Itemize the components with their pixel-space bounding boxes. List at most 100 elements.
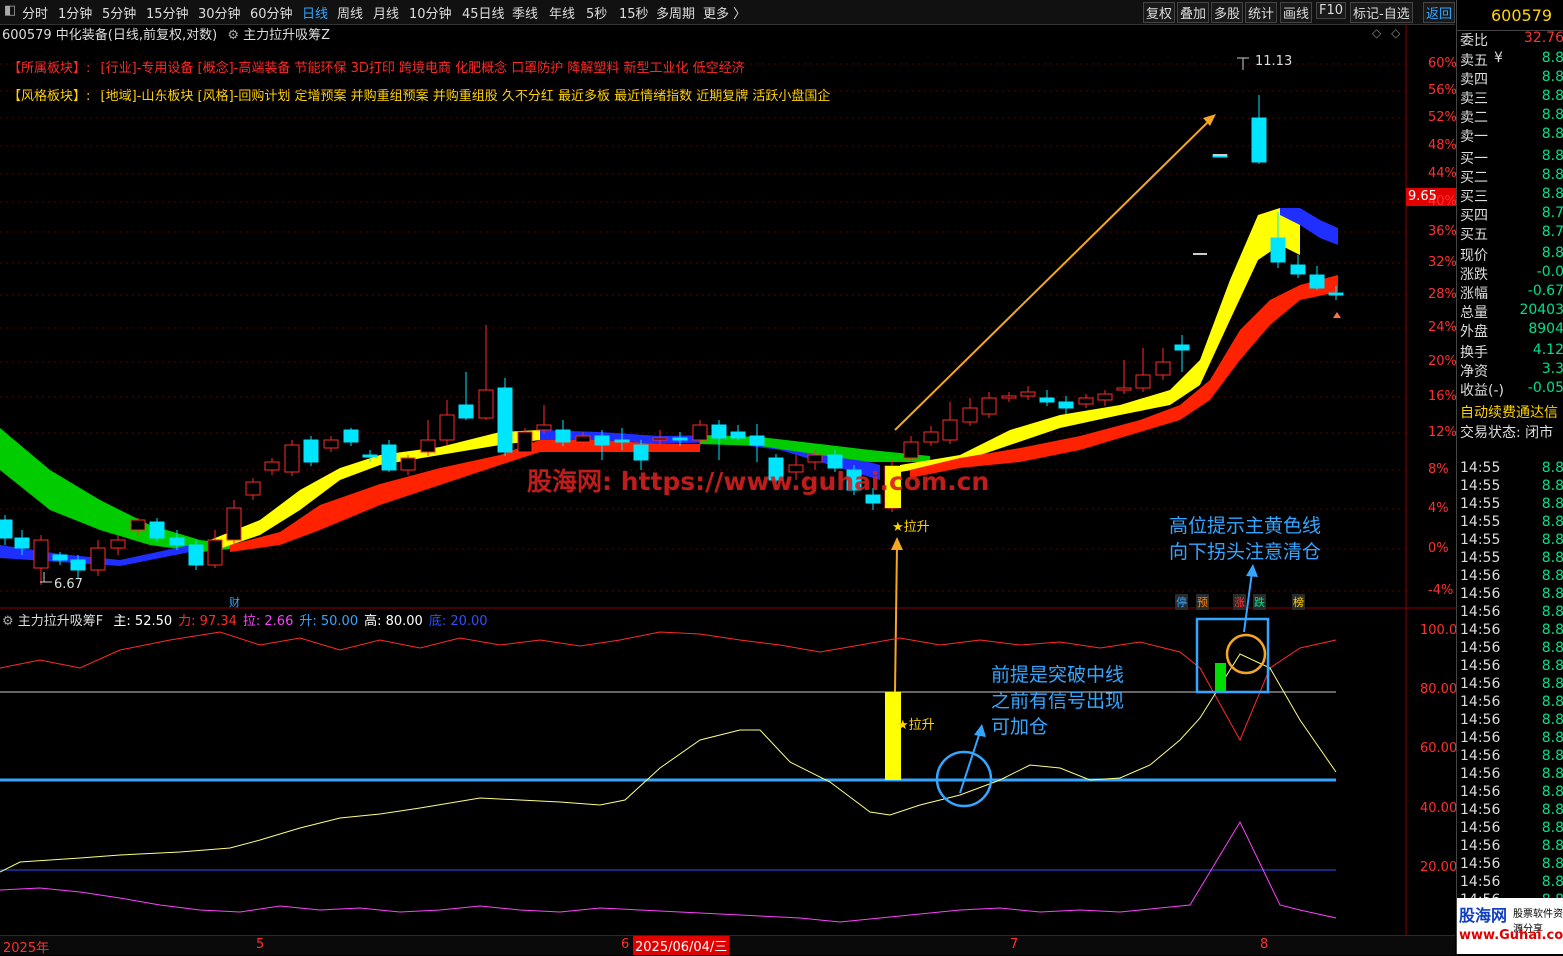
notice-text[interactable]: 自动续费通达信 [1460,402,1558,422]
period-tab[interactable]: 日线 [302,3,328,22]
candle-down[interactable] [303,439,319,463]
toolbar-button[interactable]: 标记-自选 [1350,2,1413,23]
candle-up[interactable] [1135,374,1151,389]
event-tag[interactable]: 涨 [1233,594,1246,610]
candle-down[interactable] [1251,117,1267,163]
candle-down[interactable] [70,559,86,571]
period-tab[interactable]: 5分钟 [102,3,136,22]
candle-up[interactable] [207,539,223,566]
candle-down[interactable] [633,444,649,461]
candle-down[interactable] [52,554,68,561]
period-tab[interactable]: 10分钟 [409,3,452,22]
candle-up[interactable] [807,454,823,463]
candle-down[interactable] [749,435,765,446]
event-tag[interactable]: 预 [1196,594,1209,610]
period-tab[interactable]: 15秒 [619,3,649,22]
candle-up[interactable] [400,457,416,471]
candle-down[interactable] [730,431,746,439]
candle-up[interactable] [981,397,997,415]
toolbar-button[interactable]: 多股 [1211,2,1244,23]
period-tab[interactable]: 月线 [373,3,399,22]
candle-up[interactable] [420,439,436,453]
candle-up[interactable] [1116,387,1132,391]
candle-down[interactable] [1328,292,1344,296]
candle-down[interactable] [362,454,378,458]
candle-down[interactable] [1039,397,1055,403]
period-tab[interactable]: 60分钟 [250,3,293,22]
tick-time: 14:56 [1460,604,1501,620]
candle-down[interactable] [1290,264,1306,275]
candle-up[interactable] [575,435,591,443]
indicator-name[interactable]: 主力拉升吸筹F [18,614,103,629]
candle-down[interactable] [188,544,204,566]
candle-up[interactable] [478,389,494,419]
period-tab[interactable]: 1分钟 [58,3,92,22]
candle-down[interactable] [672,437,688,441]
toolbar-button[interactable]: 叠加 [1177,2,1210,23]
period-tab[interactable]: 30分钟 [198,3,241,22]
toolbar-menu-icon[interactable]: ◧ [4,3,16,18]
candle-down[interactable] [711,424,727,439]
candle-up[interactable] [284,444,300,473]
candle-up[interactable] [323,439,339,449]
candle-up[interactable] [1020,391,1036,397]
candle-up[interactable] [1155,361,1171,376]
candle-up[interactable] [439,414,455,441]
candle-down[interactable] [1058,401,1074,409]
period-tab[interactable]: 周线 [337,3,363,22]
candle-down[interactable] [1309,274,1325,289]
candle-up[interactable] [923,431,939,443]
candle-up[interactable] [517,431,533,453]
gear-icon[interactable]: ⚙ [2,614,14,629]
event-tag[interactable]: 榜 [1292,594,1305,610]
candle-down[interactable] [14,537,30,549]
period-tab[interactable]: 5秒 [586,3,607,22]
toolbar-button[interactable]: 返回 [1423,2,1456,23]
candle-down[interactable] [1270,237,1286,263]
toolbar-button[interactable]: 复权 [1143,2,1176,23]
toolbar-button[interactable]: 画线 [1280,2,1313,23]
candle-up[interactable] [692,424,708,441]
candle-up[interactable] [652,437,668,441]
event-tag[interactable]: 跌 [1253,594,1266,610]
toolbar-button[interactable]: F10 [1316,2,1347,19]
candle-up[interactable] [226,507,242,541]
candle-down[interactable] [614,439,630,443]
candle-up[interactable] [903,441,919,459]
candle-down[interactable] [1174,344,1190,351]
green-signal-bar[interactable] [1215,663,1226,692]
candle-down[interactable] [381,444,397,471]
period-tab[interactable]: 15分钟 [146,3,189,22]
period-tab[interactable]: 季线 [512,3,538,22]
candle-down[interactable] [343,429,359,443]
tick-time: 14:56 [1460,586,1501,602]
event-tag[interactable]: 停 [1175,594,1188,610]
period-tab[interactable]: 年线 [549,3,575,22]
candle-down[interactable] [0,519,13,539]
candle-up[interactable] [110,539,126,549]
candle-up[interactable] [536,424,552,431]
signal-bar-indicator[interactable] [885,692,901,780]
financial-report-marker[interactable]: 财 [229,594,240,610]
candle-up[interactable] [942,419,958,441]
candle-up[interactable] [130,519,146,531]
period-tab[interactable]: 多周期 [656,3,695,22]
period-tab[interactable]: 分时 [22,3,48,22]
candle-down[interactable] [594,435,610,446]
candle-up[interactable] [962,407,978,423]
candle-down[interactable] [169,537,185,546]
candle-up[interactable] [245,481,261,496]
period-tab[interactable]: 45日线 [462,3,505,22]
candle-down[interactable] [149,521,165,539]
candle-up[interactable] [1097,393,1113,401]
candle-down[interactable] [458,404,474,419]
candle-up[interactable] [90,547,106,571]
candle-up[interactable] [33,539,49,569]
candle-down[interactable] [555,429,571,443]
candle-up[interactable] [1001,395,1017,399]
toolbar-button[interactable]: 统计 [1245,2,1278,23]
candle-down[interactable] [497,387,513,453]
candle-up[interactable] [264,461,280,471]
period-tab[interactable]: 更多 〉 [703,3,746,22]
candle-up[interactable] [1078,397,1094,405]
